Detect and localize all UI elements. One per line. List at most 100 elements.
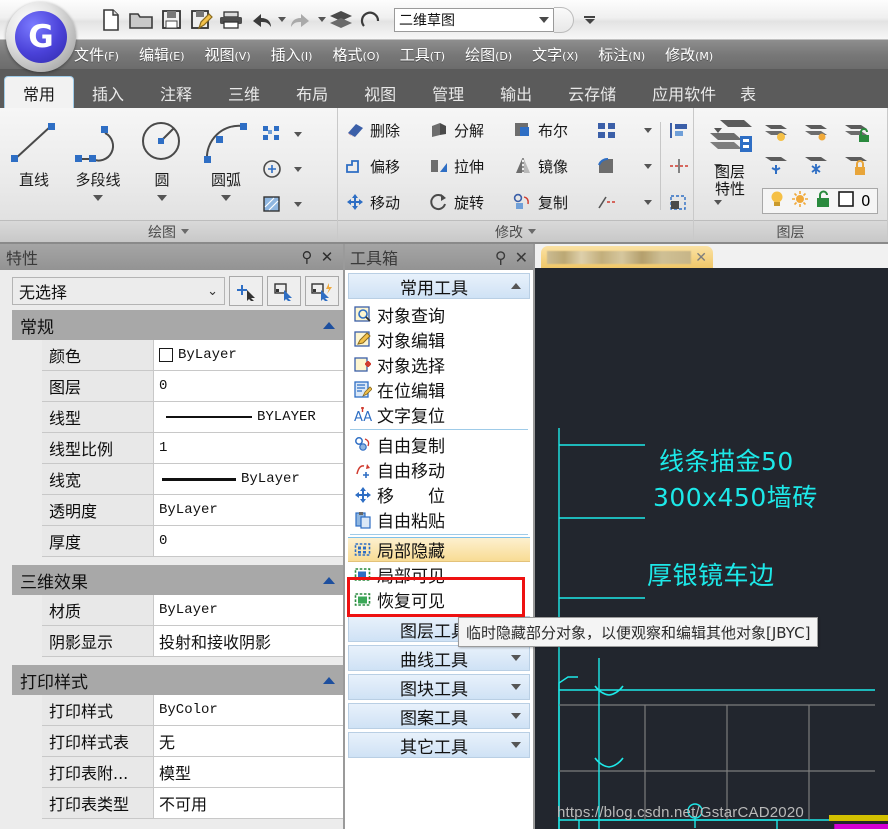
new-file-icon[interactable] — [96, 5, 126, 35]
fillet-dropdown-caret-icon[interactable] — [644, 163, 652, 169]
modify-offset-button[interactable]: 偏移 — [344, 155, 428, 177]
toolbox-group-pattern-tools[interactable]: 图案工具 — [348, 703, 530, 729]
chevron-down-icon[interactable]: ⌄ — [207, 284, 218, 299]
lightbulb-icon[interactable] — [769, 190, 785, 213]
property-row-ltscale[interactable]: 线型比例 1 — [42, 433, 343, 464]
menu-insert[interactable]: 插入(I) — [261, 44, 323, 65]
close-icon[interactable]: ✕ — [695, 249, 707, 266]
menu-format[interactable]: 格式(O) — [322, 44, 389, 65]
modify-rotate-button[interactable]: 旋转 — [428, 191, 512, 213]
layers-icon[interactable] — [326, 5, 356, 35]
tab-view[interactable]: 视图 — [346, 78, 414, 108]
tab-annotate[interactable]: 注释 — [142, 78, 210, 108]
chevron-down-icon[interactable] — [511, 684, 521, 690]
quick-select-button[interactable] — [229, 276, 263, 306]
layer-status-box[interactable]: 0 — [762, 188, 878, 214]
document-tab[interactable]: ✕ — [541, 246, 713, 268]
redo-dropdown-caret-icon[interactable] — [318, 17, 326, 22]
customize-quick-access-icon[interactable] — [584, 15, 595, 24]
toolbox-item-partial-visible[interactable]: 局部可见 — [348, 562, 530, 587]
collapse-caret-icon[interactable] — [323, 676, 335, 684]
draw-point-row[interactable] — [258, 118, 302, 150]
layer-freeze-icon[interactable] — [762, 151, 792, 181]
property-row-material[interactable]: 材质 ByLayer — [42, 595, 343, 626]
property-row-linetype[interactable]: 线型 BYLAYER — [42, 402, 343, 433]
layer-on-icon[interactable] — [762, 117, 792, 147]
modify-array-button[interactable] — [596, 119, 642, 141]
toolbox-group-block-tools[interactable]: 图块工具 — [348, 674, 530, 700]
menu-draw[interactable]: 绘图(D) — [455, 44, 522, 65]
property-row-lineweight[interactable]: 线宽 ByLayer — [42, 464, 343, 495]
toolbox-item-free-paste[interactable]: 自由粘贴 — [348, 507, 530, 532]
property-row-shadow[interactable]: 阴影显示 投射和接收阴影 — [42, 626, 343, 657]
tab-manage[interactable]: 管理 — [414, 78, 482, 108]
region-dropdown-caret-icon[interactable] — [294, 166, 302, 172]
tab-layout[interactable]: 布局 — [278, 78, 346, 108]
modify-move-button[interactable]: 移动 — [344, 191, 428, 213]
circle-dropdown-caret-icon[interactable] — [157, 195, 167, 201]
toolbox-item-in-place-edit[interactable]: 在位编辑 — [348, 377, 530, 402]
property-value-plottableattach[interactable]: 模型 — [154, 757, 343, 787]
property-row-transparency[interactable]: 透明度 ByLayer — [42, 495, 343, 526]
layer-color-swatch-icon[interactable] — [837, 190, 855, 213]
hatch-dropdown-caret-icon[interactable] — [294, 201, 302, 207]
tab-apps[interactable]: 应用软件 — [634, 78, 734, 108]
array-dropdown-caret-icon[interactable] — [644, 127, 652, 133]
modify-fillet-button[interactable] — [596, 155, 642, 177]
refresh-icon[interactable] — [356, 5, 386, 35]
draw-region-row[interactable] — [258, 153, 302, 185]
modify-stretch-button[interactable]: 拉伸 — [428, 155, 512, 177]
pickadd-button[interactable] — [305, 276, 339, 306]
layer-unlock-icon[interactable] — [842, 117, 872, 147]
redo-icon[interactable] — [286, 5, 316, 35]
property-value-shadow[interactable]: 投射和接收阴影 — [154, 626, 343, 656]
toolbox-item-restore-visible[interactable]: 恢复可见 — [348, 587, 530, 612]
properties-selection-combobox[interactable]: 无选择 ⌄ — [12, 277, 225, 305]
tab-output[interactable]: 输出 — [482, 78, 550, 108]
toolbox-item-object-query[interactable]: 对象查询 — [348, 302, 530, 327]
layer-lock-icon[interactable] — [842, 151, 872, 181]
collapse-caret-icon[interactable] — [323, 321, 335, 329]
menu-text[interactable]: 文字(X) — [522, 44, 588, 65]
draw-arc-button[interactable]: 圆弧 — [194, 112, 258, 201]
draw-circle-button[interactable]: 圆 — [130, 112, 194, 201]
property-value-color[interactable]: ByLayer — [154, 340, 343, 370]
toolbox-item-text-reset[interactable]: AA 文字复位 — [348, 402, 530, 427]
save-as-icon[interactable] — [186, 5, 216, 35]
property-value-linetype[interactable]: BYLAYER — [154, 402, 343, 432]
draw-polyline-button[interactable]: 多段线 — [66, 112, 130, 201]
menu-edit[interactable]: 编辑(E) — [129, 44, 195, 65]
tab-insert[interactable]: 插入 — [74, 78, 142, 108]
cad-canvas[interactable]: 线条描金50 300x450墙砖 厚银镜车边 https://blog.csdn… — [535, 268, 888, 829]
property-row-plotstyle[interactable]: 打印样式 ByColor — [42, 695, 343, 726]
property-value-material[interactable]: ByLayer — [154, 595, 343, 625]
property-value-transparency[interactable]: ByLayer — [154, 495, 343, 525]
property-value-lineweight[interactable]: ByLayer — [154, 464, 343, 494]
toolbox-item-free-move[interactable]: 自由移动 — [348, 457, 530, 482]
tab-common[interactable]: 常用 — [4, 76, 75, 108]
modify-boolean-button[interactable]: 布尔 — [512, 119, 596, 141]
toolbox-item-displace[interactable]: 移 位 — [348, 482, 530, 507]
property-value-ltscale[interactable]: 1 — [154, 433, 343, 463]
sun-icon[interactable] — [791, 190, 809, 213]
tab-cloud-storage[interactable]: 云存储 — [550, 78, 634, 108]
toolbox-group-curve-tools[interactable]: 曲线工具 — [348, 645, 530, 671]
menu-tools[interactable]: 工具(T) — [390, 44, 455, 65]
toolbox-item-object-select[interactable]: 对象选择 — [348, 352, 530, 377]
polyline-dropdown-caret-icon[interactable] — [93, 195, 103, 201]
undo-icon[interactable] — [246, 5, 276, 35]
save-icon[interactable] — [156, 5, 186, 35]
property-row-plotstyletable[interactable]: 打印样式表 无 — [42, 726, 343, 757]
property-row-color[interactable]: 颜色 ByLayer — [42, 340, 343, 371]
property-value-plotstyletable[interactable]: 无 — [154, 726, 343, 756]
property-group-3d-header[interactable]: 三维效果 — [12, 565, 343, 595]
pin-icon[interactable]: ⚲ — [297, 248, 317, 266]
draw-line-button[interactable]: 直线 — [2, 112, 66, 190]
close-icon[interactable]: ✕ — [317, 248, 337, 266]
trim-dropdown-caret-icon[interactable] — [644, 199, 652, 205]
app-logo-button[interactable]: G — [6, 2, 76, 72]
point-dropdown-caret-icon[interactable] — [294, 131, 302, 137]
arc-dropdown-caret-icon[interactable] — [221, 195, 231, 201]
menu-view[interactable]: 视图(V) — [195, 44, 261, 65]
workspace-selector[interactable]: 二维草图 — [394, 7, 554, 32]
